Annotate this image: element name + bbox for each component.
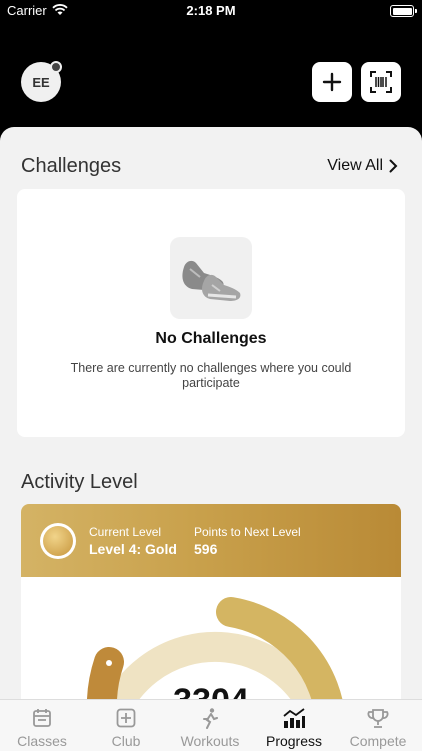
battery-icon [390, 5, 417, 17]
challenges-title: Challenges [21, 155, 122, 177]
tab-classes[interactable]: Classes [0, 700, 84, 751]
activity-level-card[interactable]: Current Level Level 4: Gold Points to Ne… [21, 504, 401, 699]
tab-progress[interactable]: Progress [252, 700, 336, 751]
notification-dot [50, 61, 62, 73]
no-challenges-description: There are currently no challenges where … [70, 361, 352, 390]
tab-bar: Classes Club Workouts Progress Compete [0, 699, 422, 751]
view-all-link[interactable]: View All [327, 157, 398, 175]
activity-gauge [87, 597, 343, 699]
current-level-value: Level 4: Gold [89, 541, 177, 557]
tab-workouts-label: Workouts [180, 733, 240, 749]
tab-workouts[interactable]: Workouts [168, 700, 252, 751]
avatar[interactable]: EE [21, 61, 62, 102]
avatar-initials: EE [32, 74, 50, 90]
barcode-scan-icon [370, 71, 392, 93]
status-bar: Carrier 2:18 PM [0, 0, 422, 24]
chart-icon [283, 708, 305, 728]
tab-club[interactable]: Club [84, 700, 168, 751]
tab-club-label: Club [111, 733, 141, 749]
add-button[interactable] [312, 62, 352, 102]
plus-icon [322, 72, 342, 92]
calendar-icon [33, 709, 51, 727]
tab-compete-label: Compete [349, 733, 407, 749]
points-next-level-label: Points to Next Level [194, 525, 301, 539]
chevron-right-icon [389, 159, 398, 173]
scan-barcode-button[interactable] [361, 62, 401, 102]
tab-progress-label: Progress [265, 733, 323, 749]
activity-level-title: Activity Level [21, 471, 138, 493]
challenges-card: No Challenges There are currently no cha… [17, 189, 405, 437]
runner-icon [203, 708, 218, 729]
no-challenges-title: No Challenges [155, 330, 267, 347]
sneaker-illustration [170, 237, 252, 319]
club-icon [116, 708, 136, 728]
activity-score: 3304 [21, 682, 401, 699]
tab-classes-label: Classes [17, 733, 67, 749]
trophy-icon [367, 709, 389, 728]
points-next-level-value: 596 [194, 541, 218, 557]
gold-medal-icon [40, 523, 76, 559]
main-content[interactable]: Challenges View All No Challenges There … [0, 127, 422, 699]
tab-compete[interactable]: Compete [336, 700, 420, 751]
clock: 2:18 PM [186, 3, 236, 18]
current-level-label: Current Level [89, 525, 162, 539]
view-all-label: View All [327, 157, 383, 174]
sneakers-icon [182, 260, 241, 301]
level-banner: Current Level Level 4: Gold Points to Ne… [21, 504, 401, 577]
gauge-marker [106, 660, 112, 666]
